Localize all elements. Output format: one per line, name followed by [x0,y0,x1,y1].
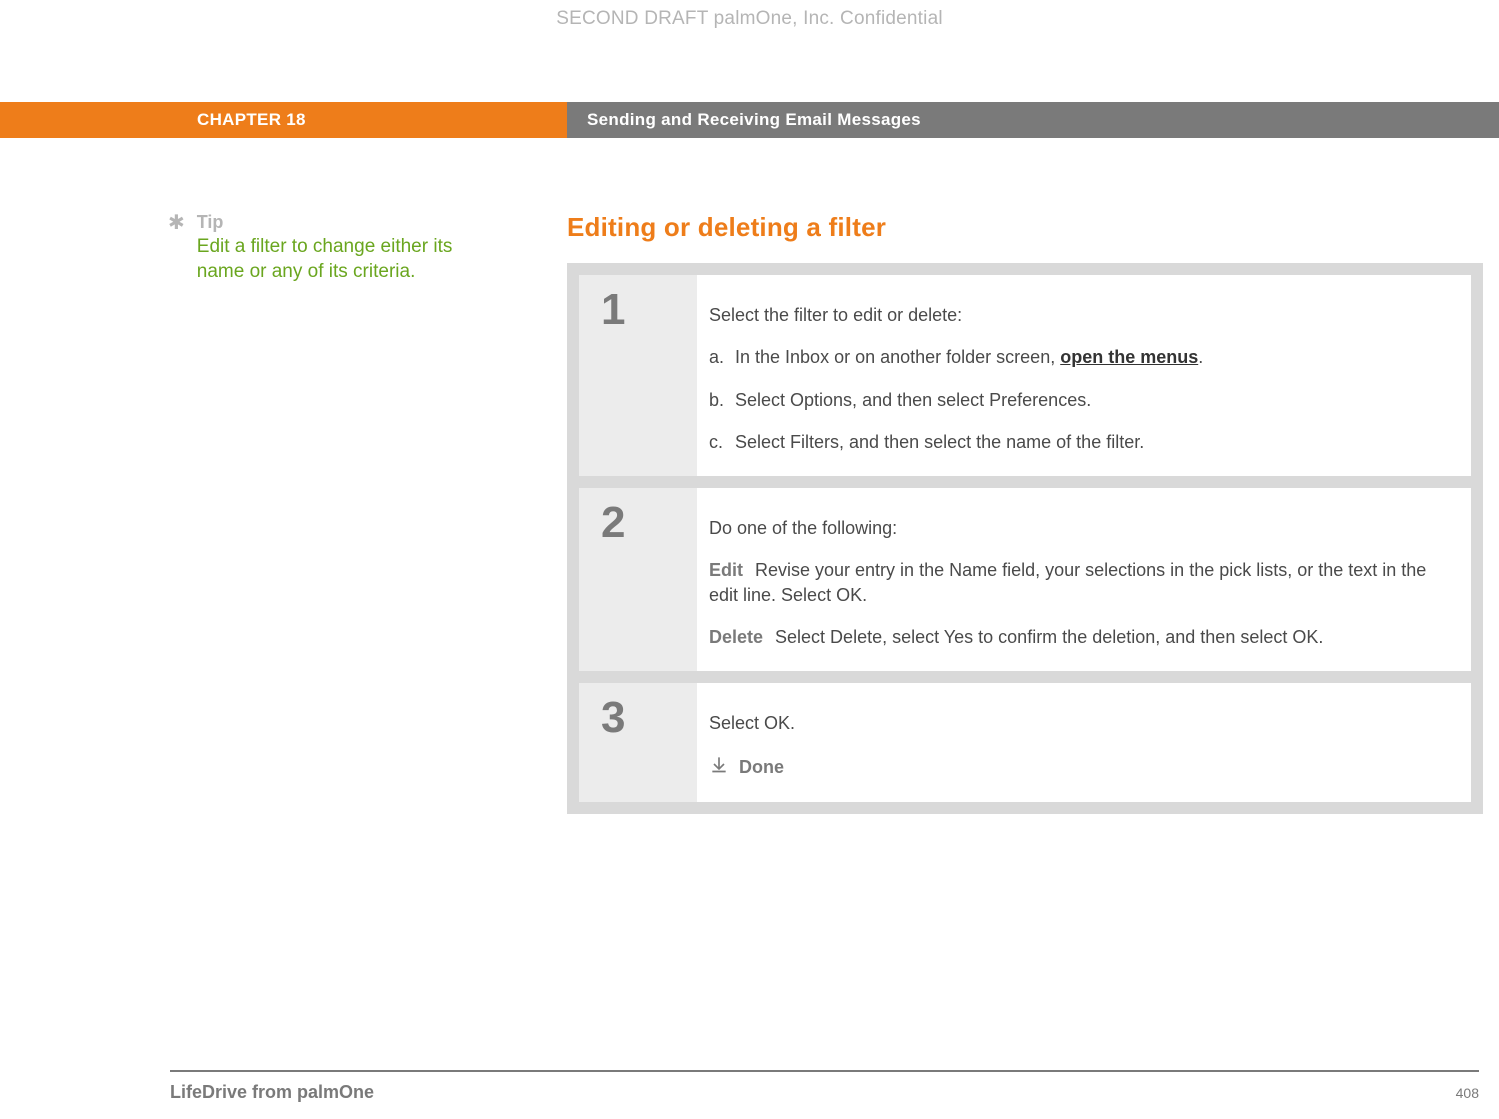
section-heading: Editing or deleting a filter [567,212,1483,243]
substep: b. Select Options, and then select Prefe… [709,388,1453,412]
substep-letter: a. [709,345,735,369]
footer: LifeDrive from palmOne 408 [170,1070,1479,1119]
step-body: Select OK. Done [697,683,1471,802]
chapter-label: CHAPTER 18 [169,102,567,138]
substep-text: Select Options, and then select Preferen… [735,388,1453,412]
step-body: Do one of the following: EditRevise your… [697,488,1471,671]
step-body: Select the filter to edit or delete: a. … [697,275,1471,476]
steps-container: 1 Select the filter to edit or delete: a… [567,263,1483,814]
asterisk-icon: ✱ [168,212,185,234]
option-label: Delete [709,627,763,647]
step-number: 2 [579,488,697,671]
step-number: 3 [579,683,697,802]
confidential-watermark: SECOND DRAFT palmOne, Inc. Confidential [0,8,1499,30]
open-the-menus-link[interactable]: open the menus [1060,347,1198,367]
tip-block: ✱ Tip Edit a filter to change either its… [168,212,467,284]
substep-letter: b. [709,388,735,412]
option-row: Delete Select Delete, select Yes to confi… [709,625,1453,649]
substep: c. Select Filters, and then select the n… [709,430,1453,454]
step-row: 1 Select the filter to edit or delete: a… [579,275,1471,476]
chapter-header-bar: CHAPTER 18 Sending and Receiving Email M… [0,102,1499,138]
substep-prefix: In the Inbox or on another folder screen… [735,347,1060,367]
substep-text: Select Filters, and then select the name… [735,430,1453,454]
tip-text: Edit a filter to change either its name … [197,236,453,282]
page-number: 408 [1456,1085,1479,1101]
step-row: 3 Select OK. Done [579,683,1471,802]
substep-letter: c. [709,430,735,454]
substep-suffix: . [1198,347,1203,367]
done-row: Done [709,754,1453,780]
option-row: EditRevise your entry in the Name field,… [709,558,1453,607]
tip-label: Tip [197,212,467,233]
option-text: Select Delete, select Yes to confirm the… [775,627,1323,647]
footer-title: LifeDrive from palmOne [170,1082,374,1103]
sidebar: ✱ Tip Edit a filter to change either its… [0,212,567,814]
main-content-area: ✱ Tip Edit a filter to change either its… [0,212,1499,814]
done-label: Done [739,755,784,779]
tip-content: Tip Edit a filter to change either its n… [197,212,467,284]
option-text: Revise your entry in the Name field, you… [709,560,1426,604]
chapter-title: Sending and Receiving Email Messages [567,102,1499,138]
substep-text: In the Inbox or on another folder screen… [735,345,1453,369]
content-column: Editing or deleting a filter 1 Select th… [567,212,1499,814]
step-row: 2 Do one of the following: EditRevise yo… [579,488,1471,671]
step-lead: Select the filter to edit or delete: [709,303,1453,327]
step-number: 1 [579,275,697,476]
step-lead: Select OK. [709,711,1453,735]
step-lead: Do one of the following: [709,516,1453,540]
option-label: Edit [709,560,743,580]
substep: a. In the Inbox or on another folder scr… [709,345,1453,369]
header-spacer [0,102,169,138]
done-arrow-icon [709,754,729,780]
